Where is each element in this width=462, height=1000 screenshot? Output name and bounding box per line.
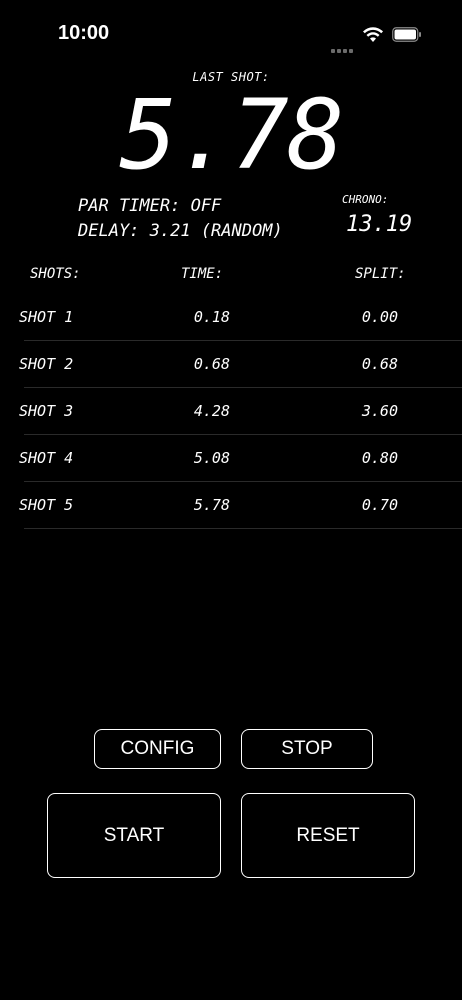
shot-split: 0.80	[361, 449, 398, 467]
cellular-signal-icon	[331, 38, 355, 53]
table-row: SHOT 4 5.08 0.80	[0, 435, 462, 482]
shot-name: SHOT 1	[19, 308, 74, 326]
shot-name: SHOT 5	[19, 496, 74, 514]
shot-time: 5.08	[193, 449, 230, 467]
shot-split: 3.60	[361, 402, 398, 420]
time-column-header: TIME:	[181, 266, 224, 282]
shot-name: SHOT 4	[19, 449, 74, 467]
split-column-header: SPLIT:	[355, 266, 406, 282]
chrono-label: CHRONO:	[342, 193, 389, 206]
chrono-value: 13.19	[346, 212, 413, 237]
battery-icon	[392, 27, 421, 42]
status-bar: 10:00	[0, 0, 462, 60]
stop-button[interactable]: STOP	[241, 729, 373, 769]
reset-button[interactable]: RESET	[241, 793, 415, 878]
status-time: 10:00	[58, 22, 110, 44]
shot-name: SHOT 2	[19, 355, 74, 373]
start-button[interactable]: START	[47, 793, 221, 878]
table-row: SHOT 3 4.28 3.60	[0, 388, 462, 435]
shot-split: 0.68	[361, 355, 398, 373]
shot-time: 0.18	[193, 308, 230, 326]
shot-split: 0.00	[361, 308, 398, 326]
row-divider	[24, 528, 462, 529]
table-row: SHOT 2 0.68 0.68	[0, 341, 462, 388]
wifi-icon	[363, 27, 383, 42]
last-shot-value: 5.78	[119, 79, 344, 191]
par-timer-status: PAR TIMER: OFF	[78, 196, 222, 216]
shot-name: SHOT 3	[19, 402, 74, 420]
table-row: SHOT 5 5.78 0.70	[0, 482, 462, 529]
shot-time: 0.68	[193, 355, 230, 373]
shots-column-header: SHOTS:	[30, 266, 81, 282]
config-button[interactable]: CONFIG	[94, 729, 221, 769]
delay-status: DELAY: 3.21 (RANDOM)	[78, 221, 283, 241]
table-row: SHOT 1 0.18 0.00	[0, 294, 462, 341]
shot-time: 4.28	[193, 402, 230, 420]
shot-time: 5.78	[193, 496, 230, 514]
shot-split: 0.70	[361, 496, 398, 514]
